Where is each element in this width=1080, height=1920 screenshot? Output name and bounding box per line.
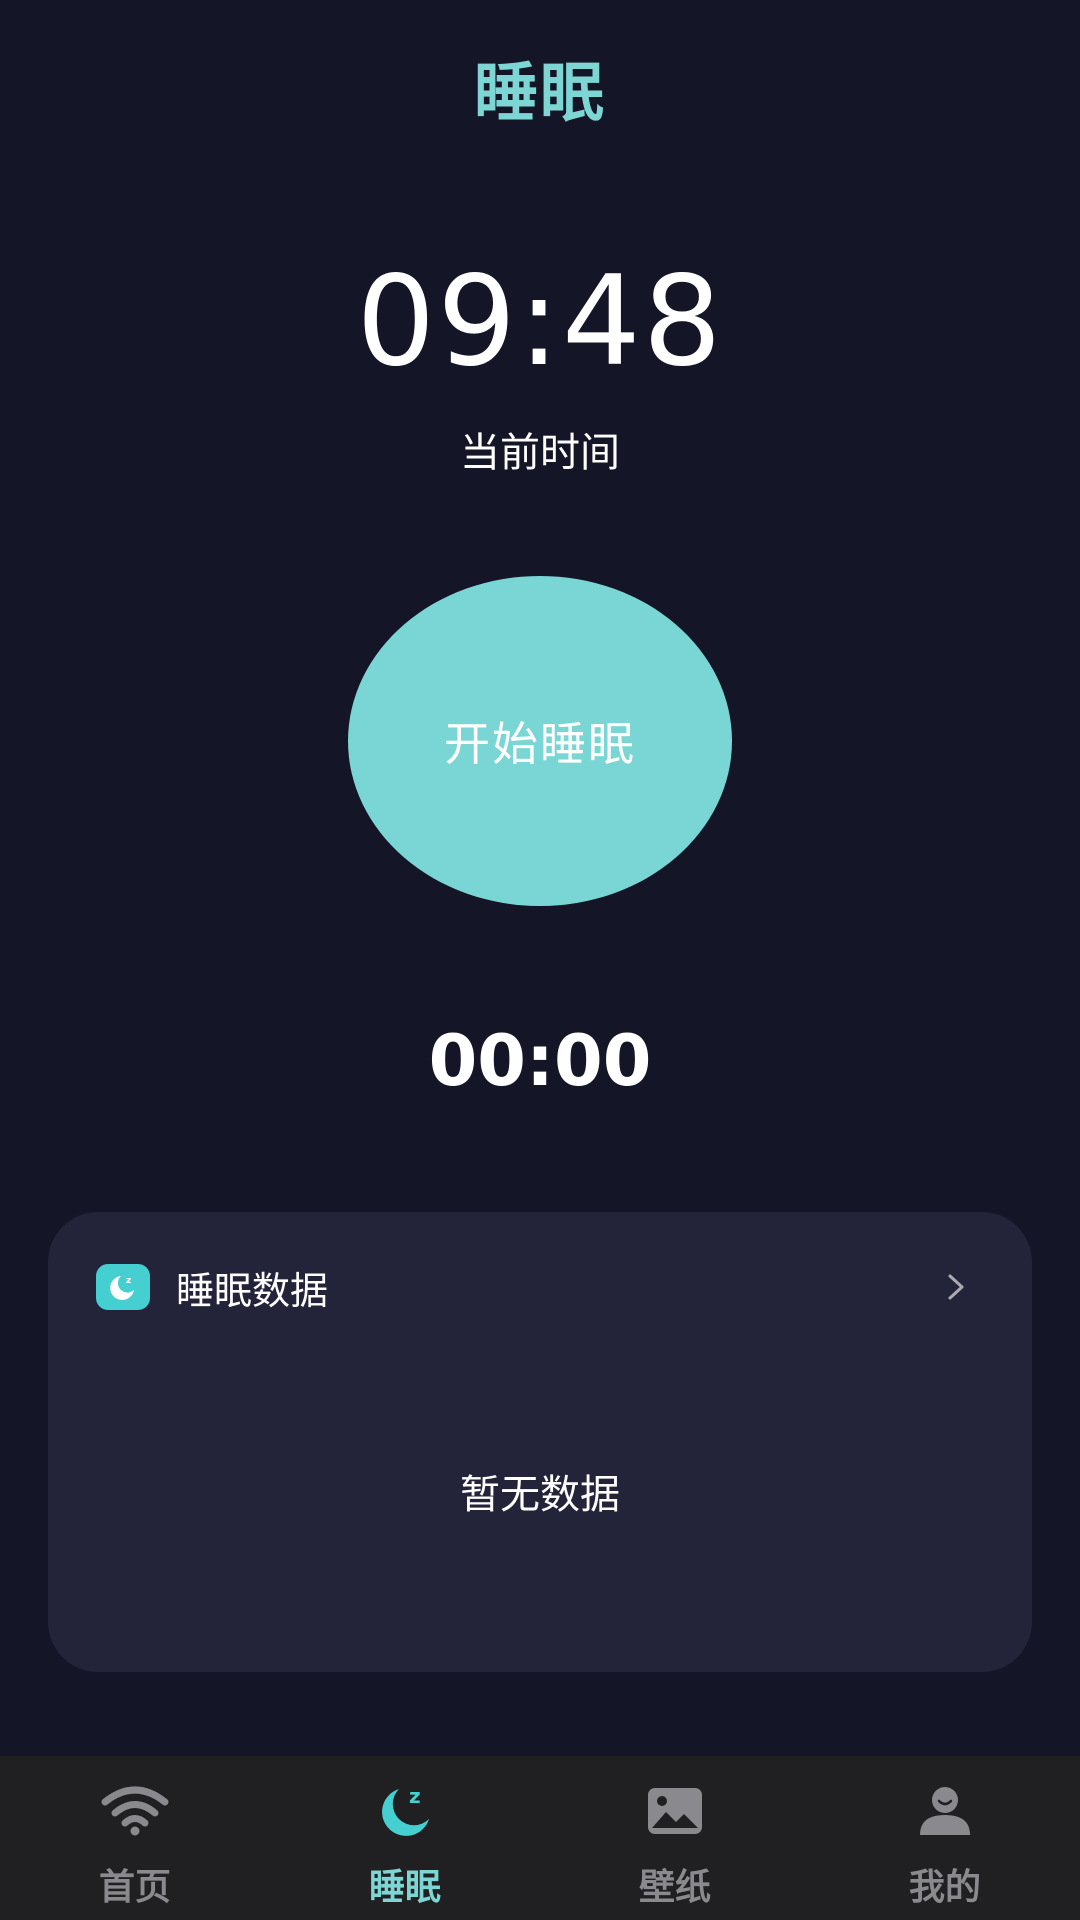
bottom-nav: 首页 z 睡眠 壁纸 我的 (0, 1756, 1080, 1920)
user-icon (910, 1776, 980, 1846)
wifi-icon (100, 1776, 170, 1846)
page-title: 睡眠 (474, 57, 606, 131)
sleep-data-card: z 睡眠数据 暂无数据 (48, 1212, 1032, 1672)
no-data-text: 暂无数据 (460, 1472, 620, 1518)
nav-item-mine[interactable]: 我的 (810, 1756, 1080, 1920)
sleep-timer: 00:00 (428, 1020, 652, 1102)
start-sleep-label: 开始睡眠 (444, 717, 636, 771)
nav-label-wallpaper: 壁纸 (638, 1867, 711, 1908)
moon-sleep-icon: z (370, 1776, 440, 1846)
svg-text:z: z (126, 1276, 131, 1286)
nav-item-wallpaper[interactable]: 壁纸 (540, 1756, 810, 1920)
sleep-screen: 睡眠 09:48 当前时间 开始睡眠 00:00 z 睡眠数据 暂无数据 首页 … (0, 0, 1080, 1920)
sleep-data-header[interactable]: z 睡眠数据 (96, 1252, 984, 1322)
nav-item-sleep[interactable]: z 睡眠 (270, 1756, 540, 1920)
start-sleep-button[interactable]: 开始睡眠 (348, 576, 732, 906)
current-time-caption: 当前时间 (460, 430, 620, 476)
sleep-data-title: 睡眠数据 (176, 1268, 329, 1313)
chevron-right-icon[interactable] (936, 1267, 976, 1307)
image-icon (640, 1776, 710, 1846)
nav-label-home: 首页 (98, 1867, 171, 1908)
nav-item-home[interactable]: 首页 (0, 1756, 270, 1920)
nav-label-sleep: 睡眠 (368, 1867, 441, 1908)
nav-label-mine: 我的 (908, 1867, 981, 1908)
current-time: 09:48 (356, 250, 724, 394)
svg-text:z: z (409, 1784, 421, 1808)
moon-sleep-icon: z (96, 1264, 150, 1310)
